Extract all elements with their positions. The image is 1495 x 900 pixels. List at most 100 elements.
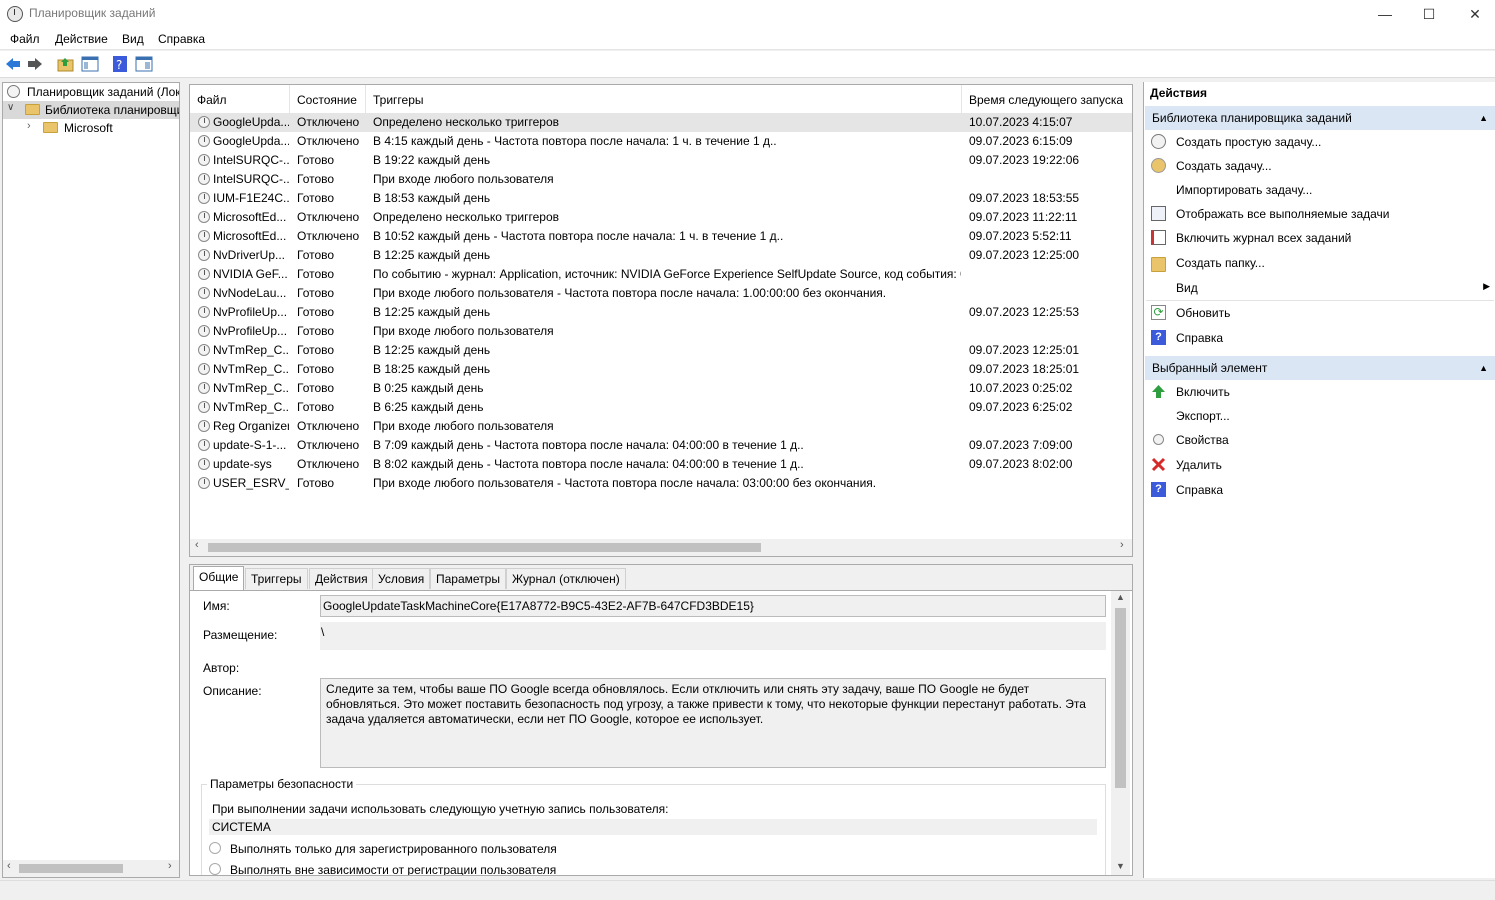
tree-microsoft-label: Microsoft <box>64 121 113 135</box>
close-button[interactable]: ✕ <box>1452 0 1495 28</box>
table-row[interactable]: NvNodeLau... Готово При входе любого польз… <box>190 284 1132 303</box>
menu-help[interactable]: Справка <box>158 32 205 46</box>
scroll-left-icon[interactable]: ‹ <box>195 539 199 551</box>
table-row[interactable]: MicrosoftEd... Отключено Определено нескол… <box>190 208 1132 227</box>
chevron-down-icon[interactable]: ∨ <box>7 102 14 113</box>
column-header-triggers[interactable]: Триггеры <box>366 85 962 115</box>
scroll-right-icon[interactable]: › <box>1120 539 1124 551</box>
details-vertical-scrollbar[interactable]: ▲ ▼ <box>1111 591 1130 875</box>
show-hide-actions-icon[interactable] <box>135 55 153 73</box>
column-header-state[interactable]: Состояние <box>290 85 366 115</box>
minimize-button[interactable]: — <box>1362 0 1408 28</box>
scrollbar-thumb[interactable] <box>1115 608 1126 788</box>
table-row[interactable]: GoogleUpda... Отключено В 4:15 каждый день… <box>190 132 1132 151</box>
tab-general[interactable]: Общие <box>193 566 245 590</box>
tasklist-horizontal-scrollbar[interactable]: ‹ › <box>190 539 1132 556</box>
scrollbar-thumb[interactable] <box>208 543 761 552</box>
tree-root[interactable]: Планировщик заданий (Локальный) <box>3 83 179 101</box>
help-icon[interactable]: ? <box>111 55 129 73</box>
table-row[interactable]: NvProfileUp... Готово При входе любого пол… <box>190 322 1132 341</box>
table-row[interactable]: NvTmRep_C... Готово В 6:25 каждый день 09.0… <box>190 398 1132 417</box>
table-row[interactable]: NVIDIA GeF... Готово По событию - журнал: … <box>190 265 1132 284</box>
action-delete[interactable]: Удалить <box>1144 453 1495 477</box>
table-row[interactable]: update-sys Отключено В 8:02 каждый день - … <box>190 455 1132 474</box>
table-row[interactable]: NvTmRep_C... Готово В 12:25 каждый день 09.… <box>190 341 1132 360</box>
radio-logged-on-only[interactable] <box>209 842 221 854</box>
task-name: IntelSURQC-... <box>213 153 289 167</box>
tab-actions[interactable]: Действия <box>309 568 374 589</box>
back-arrow-icon[interactable] <box>4 55 22 73</box>
show-hide-tree-icon[interactable] <box>81 55 99 73</box>
forward-arrow-icon[interactable] <box>26 55 44 73</box>
action-enable[interactable]: Включить <box>1144 380 1495 404</box>
table-row[interactable]: NvTmRep_C... Готово В 18:25 каждый день 09.… <box>190 360 1132 379</box>
tree-item-microsoft[interactable]: › Microsoft <box>3 119 179 137</box>
scroll-up-icon[interactable]: ▲ <box>1116 592 1125 602</box>
task-state: Готово <box>297 172 335 186</box>
chevron-right-icon[interactable]: › <box>27 120 31 132</box>
task-state: Готово <box>297 191 335 205</box>
tab-triggers[interactable]: Триггеры <box>245 568 308 589</box>
menu-view[interactable]: Вид <box>122 32 144 46</box>
actions-section-selected[interactable]: Выбранный элемент ▲ <box>1145 356 1495 380</box>
help-icon: ? <box>1151 330 1166 345</box>
table-row[interactable]: IUM-F1E24C... Готово В 18:53 каждый день 09… <box>190 189 1132 208</box>
security-title: Параметры безопасности <box>207 777 357 791</box>
task-clock-icon <box>198 477 210 489</box>
scroll-down-icon[interactable]: ▼ <box>1116 861 1125 871</box>
table-row[interactable]: MicrosoftEd... Отключено В 10:52 каждый де… <box>190 227 1132 246</box>
scrollbar-thumb[interactable] <box>19 864 123 873</box>
column-header-next-run[interactable]: Время следующего запуска <box>962 85 1132 115</box>
task-state: Отключено <box>297 419 360 433</box>
tree-item-library[interactable]: ∨ Библиотека планировщика заданий <box>3 101 179 119</box>
action-help-selected[interactable]: ? Справка <box>1144 478 1495 502</box>
action-export[interactable]: Экспорт... <box>1144 404 1495 428</box>
menu-file[interactable]: Файл <box>10 32 40 46</box>
action-new-folder[interactable]: Создать папку... <box>1144 251 1495 275</box>
scroll-right-icon[interactable]: › <box>168 860 172 872</box>
table-row[interactable]: NvDriverUp... Готово В 12:25 каждый день 09… <box>190 246 1132 265</box>
tree-horizontal-scrollbar[interactable]: ‹ › <box>3 860 179 877</box>
task-next-run: 09.07.2023 12:25:01 <box>969 343 1080 357</box>
radio-whether-logged-on[interactable] <box>209 863 221 875</box>
action-display-running-tasks[interactable]: Отображать все выполняемые задачи <box>1144 202 1495 226</box>
location-field[interactable]: \ <box>320 622 1106 650</box>
action-create-basic-task[interactable]: Создать простую задачу... <box>1144 130 1495 154</box>
task-trigger: При входе любого пользователя <box>373 419 554 433</box>
table-row[interactable]: Reg Organizer Отключено При входе любого п… <box>190 417 1132 436</box>
action-label: Экспорт... <box>1176 409 1230 423</box>
action-properties[interactable]: Свойства <box>1144 428 1495 452</box>
task-clock-icon <box>198 401 210 413</box>
action-refresh[interactable]: ⟳ Обновить <box>1144 301 1495 325</box>
task-name: NvTmRep_C... <box>213 381 289 395</box>
name-field[interactable]: GoogleUpdateTaskMachineCore{E17A8772-B9C… <box>320 595 1106 617</box>
description-field[interactable]: Следите за тем, чтобы ваше ПО Google все… <box>320 678 1106 768</box>
table-row[interactable]: GoogleUpda... Отключено Определено несколь… <box>190 113 1132 132</box>
actions-section-library[interactable]: Библиотека планировщика заданий ▲ <box>1145 106 1495 130</box>
tab-settings[interactable]: Параметры <box>430 568 506 589</box>
up-folder-icon[interactable] <box>57 55 75 73</box>
action-help-library[interactable]: ? Справка <box>1144 326 1495 350</box>
table-row[interactable]: IntelSURQC-... Готово При входе любого пол… <box>190 170 1132 189</box>
table-row[interactable]: NvProfileUp... Готово В 12:25 каждый день 0… <box>190 303 1132 322</box>
table-row[interactable]: USER_ESRV_... Готово При входе любого поль… <box>190 474 1132 493</box>
task-name: update-sys <box>213 457 272 471</box>
action-view[interactable]: Вид ▶ <box>1144 276 1495 300</box>
collapse-icon[interactable]: ▲ <box>1479 356 1488 380</box>
task-clock-icon <box>198 230 210 242</box>
table-row[interactable]: update-S-1-... Отключено В 7:09 каждый ден… <box>190 436 1132 455</box>
column-header-file[interactable]: Файл <box>190 85 290 115</box>
scroll-left-icon[interactable]: ‹ <box>7 860 11 872</box>
menu-action[interactable]: Действие <box>55 32 108 46</box>
table-row[interactable]: IntelSURQC-... Готово В 19:22 каждый день 0… <box>190 151 1132 170</box>
task-clock-icon <box>198 420 210 432</box>
action-import-task[interactable]: Импортировать задачу... <box>1144 178 1495 202</box>
maximize-button[interactable]: ☐ <box>1406 0 1452 28</box>
action-enable-history[interactable]: Включить журнал всех заданий <box>1144 226 1495 250</box>
collapse-icon[interactable]: ▲ <box>1479 106 1488 130</box>
tab-history[interactable]: Журнал (отключен) <box>506 568 626 589</box>
table-row[interactable]: NvTmRep_C... Готово В 0:25 каждый день 10.0… <box>190 379 1132 398</box>
tab-conditions[interactable]: Условия <box>372 568 431 589</box>
action-create-task[interactable]: Создать задачу... <box>1144 154 1495 178</box>
task-name: NvNodeLau... <box>213 286 287 300</box>
